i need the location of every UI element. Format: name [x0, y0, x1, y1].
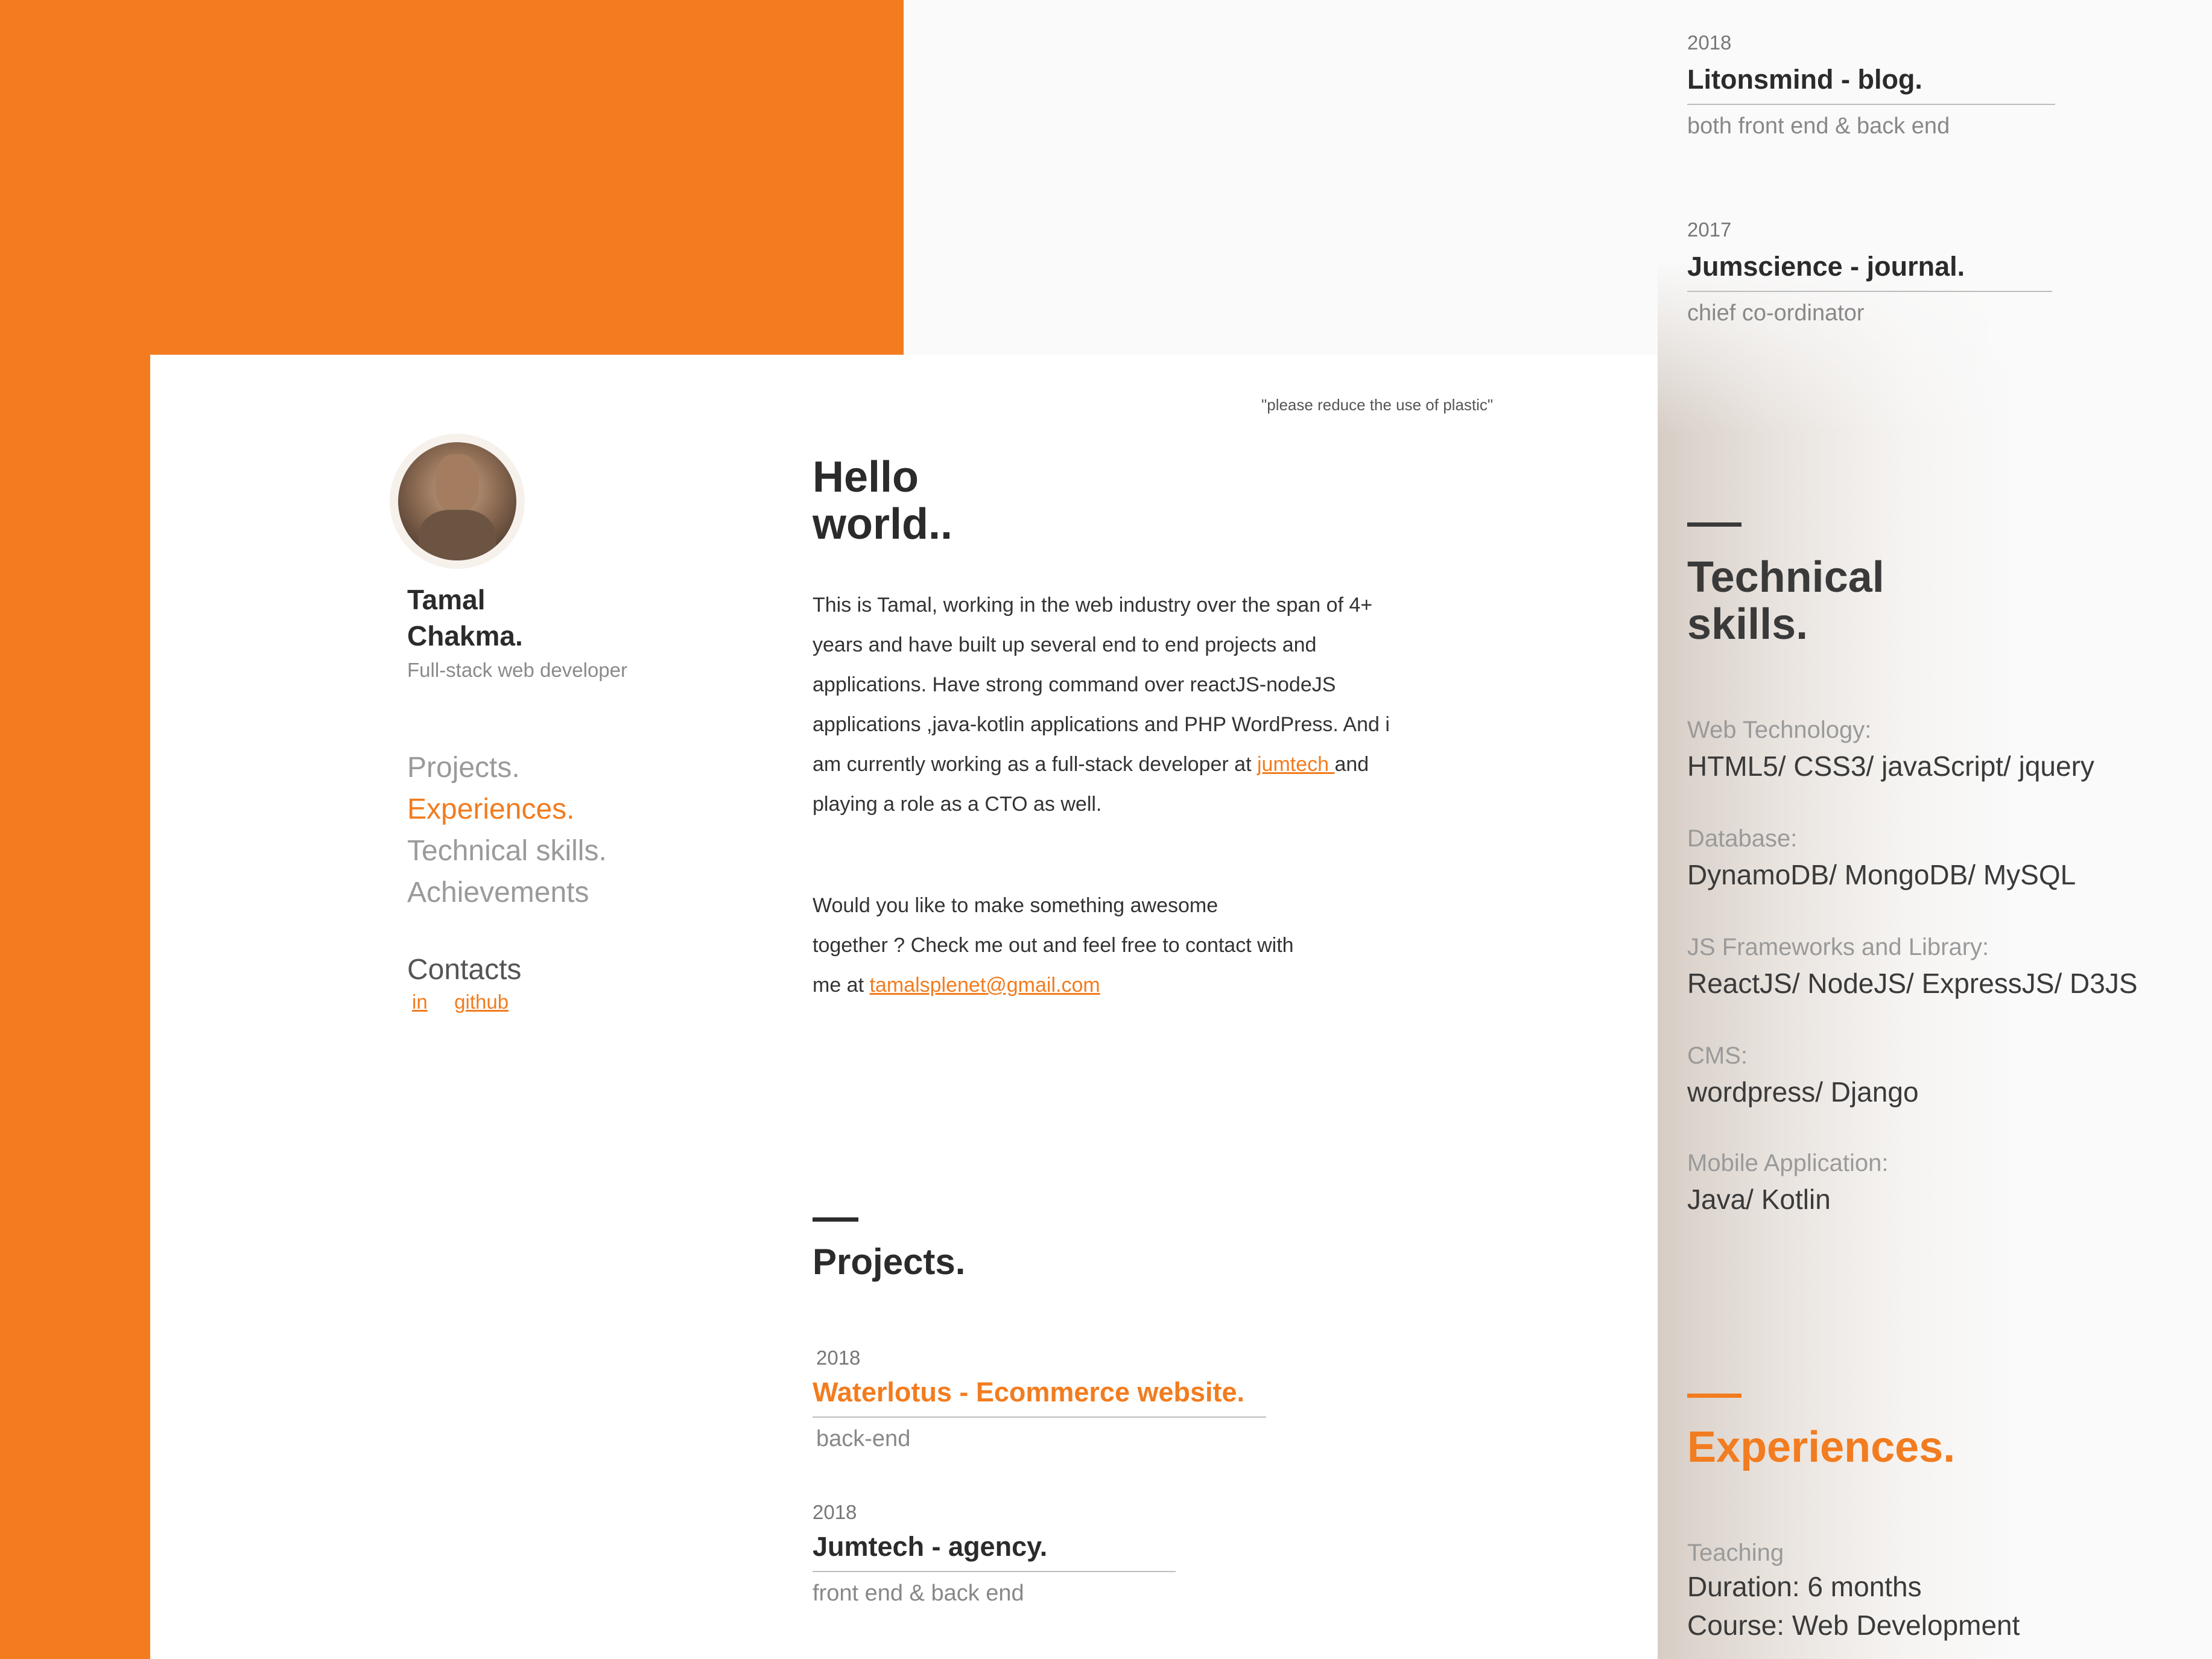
intro-line: years and have built up several end to e… [813, 633, 1317, 656]
project-subtitle: back-end [816, 1426, 911, 1451]
skill-value: HTML5/ CSS3/ javaScript/ jquery [1687, 750, 2094, 782]
project-year: 2017 [1687, 218, 1732, 241]
project-title[interactable]: Waterlotus - Ecommerce website. [813, 1377, 1266, 1418]
github-link[interactable]: github [454, 991, 509, 1013]
skill-label: Web Technology: [1687, 717, 1872, 743]
avatar-head [436, 454, 479, 512]
project-title[interactable]: Jumscience - journal. [1687, 251, 2052, 292]
project-subtitle: both front end & back end [1687, 113, 1950, 139]
name-first: Tamal [407, 584, 486, 615]
experience-item: Teaching Duration: 6 months Course: Web … [1687, 1540, 2020, 1642]
main-card: "please reduce the use of plastic" Tamal… [150, 355, 1658, 1659]
right-project-1: 2018 Litonsmind - blog. both front end &… [1687, 31, 2055, 139]
nav-experiences[interactable]: Experiences. [407, 788, 607, 830]
projects-rule [813, 1217, 858, 1222]
profile-name: Tamal Chakma. [407, 582, 523, 654]
hello-heading: Hello world.. [813, 454, 952, 548]
experiences-rule [1687, 1394, 1741, 1398]
skills-title-line1: Technical [1687, 553, 1884, 601]
project-item: 2018 Jumtech - agency. front end & back … [813, 1501, 1176, 1607]
project-subtitle: chief co-ordinator [1687, 300, 1865, 326]
contacts-links: in github [412, 991, 509, 1013]
intro-text: and [1334, 753, 1369, 776]
avatar-body [419, 510, 496, 560]
contacts-label: Contacts [407, 954, 522, 986]
skill-value: wordpress/ Django [1687, 1076, 1919, 1108]
skill-value: Java/ Kotlin [1687, 1184, 1831, 1215]
skill-item: Database: DynamoDB/ MongoDB/ MySQL [1687, 825, 2076, 891]
skill-item: JS Frameworks and Library: ReactJS/ Node… [1687, 934, 2138, 1000]
skill-value: ReactJS/ NodeJS/ ExpressJS/ D3JS [1687, 968, 2138, 999]
skill-label: Database: [1687, 825, 1798, 852]
contact-line: together ? Check me out and feel free to… [813, 934, 1294, 957]
skills-title: Technical skills. [1687, 554, 1884, 648]
intro-line: playing a role as a CTO as well. [813, 793, 1102, 816]
skill-label: CMS: [1687, 1042, 1748, 1069]
project-year: 2018 [816, 1347, 861, 1369]
skill-label: Mobile Application: [1687, 1150, 1889, 1176]
nav-projects[interactable]: Projects. [407, 747, 607, 788]
project-item: 2018 Waterlotus - Ecommerce website. bac… [813, 1347, 1266, 1452]
hello-line1: Hello [813, 453, 919, 501]
projects-title: Projects. [813, 1242, 966, 1282]
skill-value: DynamoDB/ MongoDB/ MySQL [1687, 859, 2076, 890]
intro-line: applications ,java-kotlin applications a… [813, 713, 1390, 736]
intro-paragraph: This is Tamal, working in the web indust… [813, 585, 1452, 824]
project-title[interactable]: Jumtech - agency. [813, 1531, 1176, 1572]
email-link[interactable]: tamalsplenet@gmail.com [869, 974, 1100, 997]
right-project-2: 2017 Jumscience - journal. chief co-ordi… [1687, 218, 2052, 326]
nav-menu: Projects. Experiences. Technical skills.… [407, 747, 607, 913]
nav-technical-skills[interactable]: Technical skills. [407, 830, 607, 872]
experiences-title: Experiences. [1687, 1423, 1956, 1471]
experience-course: Course: Web Development [1687, 1610, 2020, 1641]
contact-line: Would you like to make something awesome [813, 894, 1219, 917]
contact-text: me at [813, 974, 870, 997]
intro-line: applications. Have strong command over r… [813, 673, 1336, 696]
skill-item: Mobile Application: Java/ Kotlin [1687, 1150, 1889, 1216]
skill-label: JS Frameworks and Library: [1687, 934, 1989, 960]
nav-achievements[interactable]: Achievements [407, 872, 607, 913]
project-year: 2018 [1687, 31, 1732, 54]
linkedin-link[interactable]: in [412, 991, 428, 1013]
skill-item: Web Technology: HTML5/ CSS3/ javaScript/… [1687, 717, 2094, 782]
contact-paragraph: Would you like to make something awesome… [813, 886, 1452, 1005]
contact-line: me at tamalsplenet@gmail.com [813, 965, 1452, 1005]
skill-item: CMS: wordpress/ Django [1687, 1042, 1919, 1108]
experience-label: Teaching [1687, 1540, 1784, 1566]
intro-line: am currently working as a full-stack dev… [813, 744, 1452, 784]
experience-duration: Duration: 6 months [1687, 1571, 1922, 1602]
intro-line: This is Tamal, working in the web indust… [813, 594, 1373, 617]
project-year: 2018 [813, 1501, 857, 1523]
skills-title-line2: skills. [1687, 600, 1808, 649]
intro-text: am currently working as a full-stack dev… [813, 753, 1257, 776]
project-title[interactable]: Litonsmind - blog. [1687, 64, 2055, 105]
profile-role: Full-stack web developer [407, 659, 627, 681]
project-subtitle: front end & back end [813, 1581, 1024, 1606]
jumtech-link[interactable]: jumtech [1257, 753, 1335, 776]
name-last: Chakma. [407, 620, 523, 652]
quote-text: "please reduce the use of plastic" [1261, 396, 1494, 414]
skills-rule [1687, 522, 1741, 527]
avatar [398, 442, 516, 560]
hello-line2: world.. [813, 500, 952, 548]
